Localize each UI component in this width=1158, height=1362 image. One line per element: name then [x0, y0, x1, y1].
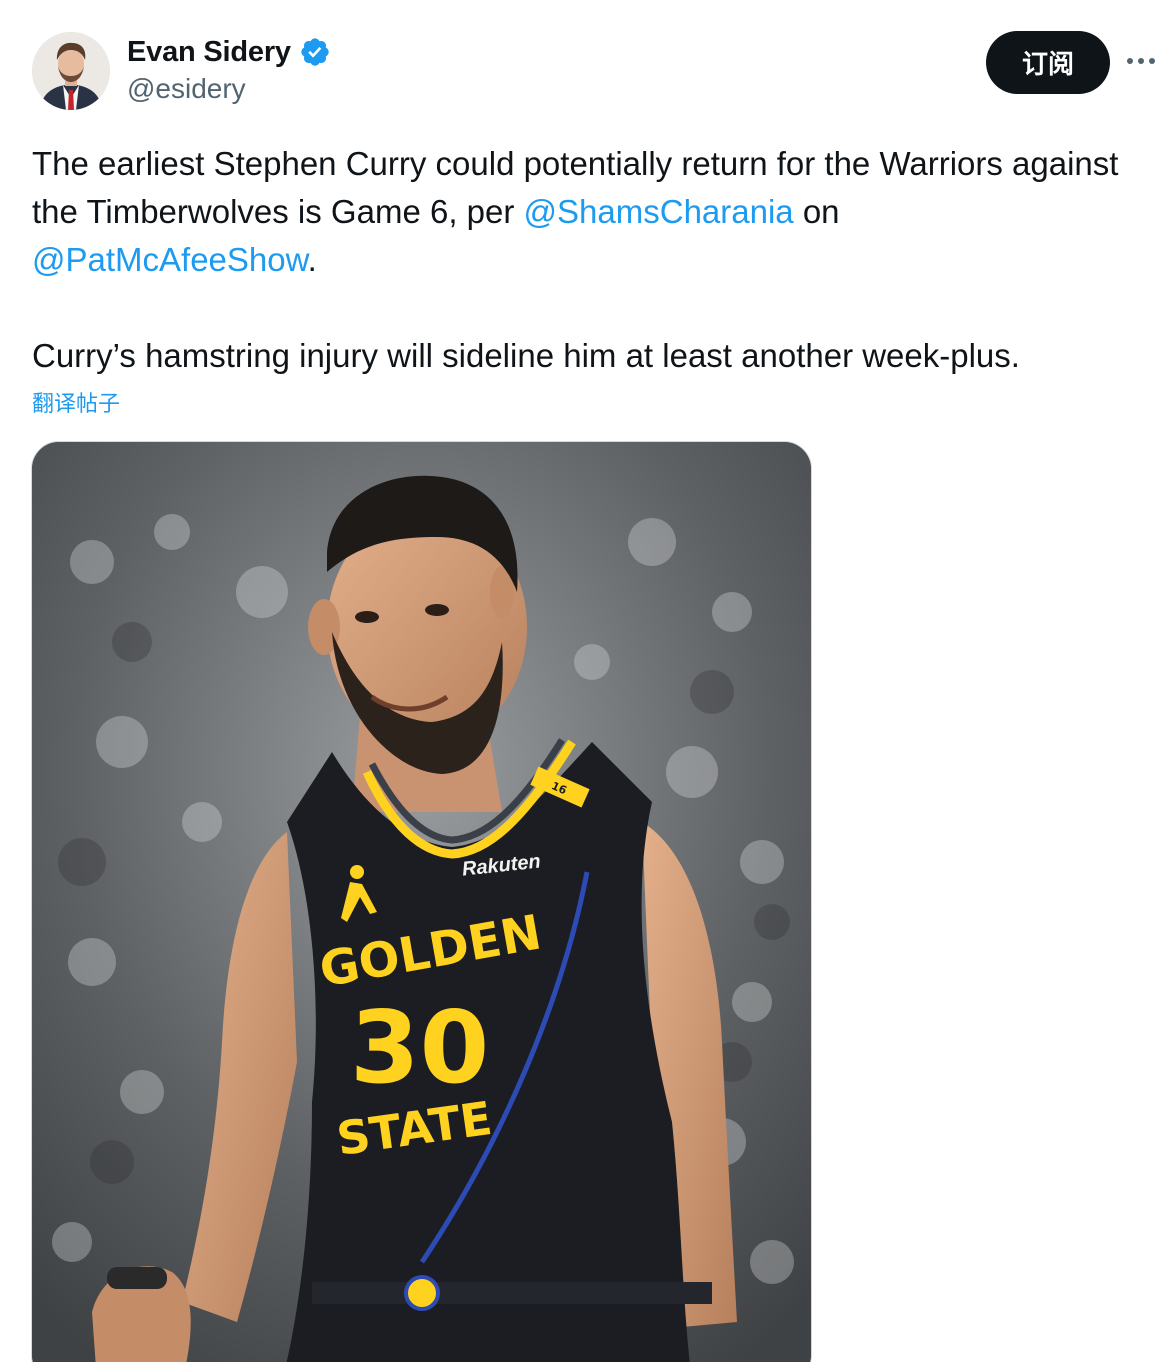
tweet-media-photo[interactable]: 16 Rakuten GOLDEN 30 STATE: [31, 441, 812, 1362]
tweet-card: Evan Sidery @esidery 订阅 The earliest Ste…: [0, 0, 1158, 1362]
player-photo: 16 Rakuten GOLDEN 30 STATE: [32, 442, 811, 1362]
subscribe-button[interactable]: 订阅: [986, 31, 1110, 94]
avatar-image: [32, 32, 110, 110]
tweet-text-segment: on: [793, 193, 840, 230]
more-options-icon[interactable]: [1124, 44, 1158, 78]
tweet-text-segment: .: [307, 241, 317, 278]
warriors-logo-icon: [404, 1275, 440, 1311]
tweet-paragraph-2: Curry’s hamstring injury will sideline h…: [32, 337, 1020, 374]
jersey-number: 30: [350, 989, 489, 1106]
author-handle[interactable]: @esidery: [127, 73, 246, 105]
tweet-text: The earliest Stephen Curry could potenti…: [32, 140, 1132, 380]
author-avatar[interactable]: [32, 32, 110, 110]
mention-link-shamscharania[interactable]: @ShamsCharania: [524, 193, 794, 230]
author-name-row[interactable]: Evan Sidery: [127, 32, 331, 72]
verified-badge-icon: [299, 36, 331, 68]
mention-link-patmcafeeshow[interactable]: @PatMcAfeeShow: [32, 241, 308, 278]
translate-post-link[interactable]: 翻译帖子: [32, 386, 120, 418]
author-name[interactable]: Evan Sidery: [127, 36, 291, 69]
tweet-paragraph-1: The earliest Stephen Curry could potenti…: [32, 140, 1132, 284]
